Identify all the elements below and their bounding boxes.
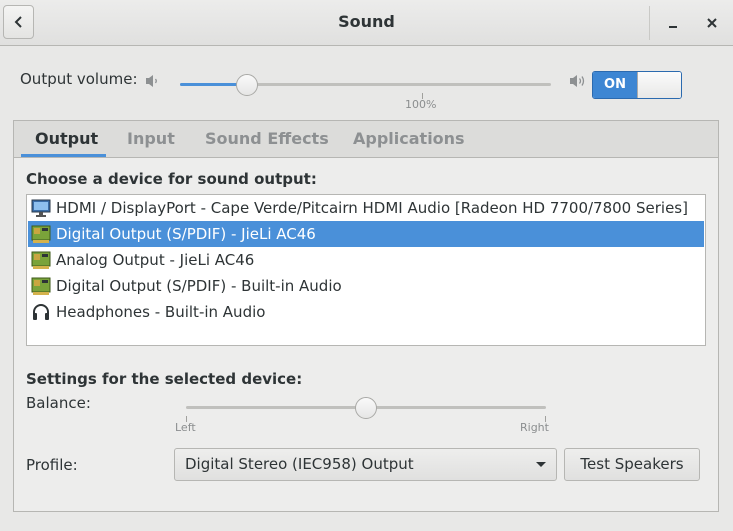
device-label: Digital Output (S/PDIF) - Built-in Audio	[56, 277, 342, 295]
device-label: HDMI / DisplayPort - Cape Verde/Pitcairn…	[56, 199, 688, 217]
output-volume-label: Output volume:	[20, 70, 138, 88]
output-device-list[interactable]: HDMI / DisplayPort - Cape Verde/Pitcairn…	[26, 194, 706, 346]
sound-card-icon	[31, 277, 51, 295]
device-label: Digital Output (S/PDIF) - JieLi AC46	[56, 225, 316, 243]
minimize-icon	[669, 26, 677, 28]
balance-left-label: Left	[175, 421, 196, 434]
balance-right-label: Right	[520, 421, 549, 434]
device-label: Analog Output - JieLi AC46	[56, 251, 255, 269]
monitor-icon	[31, 199, 51, 217]
list-item[interactable]: Digital Output (S/PDIF) - Built-in Audio	[28, 273, 704, 299]
profile-label: Profile:	[26, 456, 78, 474]
tab-applications[interactable]: Applications	[353, 121, 465, 157]
list-item[interactable]: HDMI / DisplayPort - Cape Verde/Pitcairn…	[28, 195, 704, 221]
tab-bar: Output Input Sound Effects Applications	[14, 121, 718, 158]
switch-handle[interactable]	[637, 72, 681, 98]
headphones-icon	[33, 304, 49, 320]
tab-output[interactable]: Output	[35, 121, 98, 157]
balance-label: Balance:	[26, 394, 91, 412]
output-toggle-switch[interactable]: ON	[592, 71, 682, 99]
balance-slider-knob[interactable]	[355, 397, 377, 419]
device-section-heading: Choose a device for sound output:	[26, 170, 317, 188]
tab-input[interactable]: Input	[127, 121, 175, 157]
minimize-button[interactable]	[661, 11, 685, 35]
profile-selected-value: Digital Stereo (IEC958) Output	[185, 455, 414, 473]
active-tab-indicator	[21, 154, 106, 157]
titlebar-separator	[649, 6, 650, 40]
switch-on-label: ON	[593, 72, 637, 98]
close-icon	[707, 18, 717, 28]
sound-card-icon	[31, 251, 51, 269]
device-label: Headphones - Built-in Audio	[56, 303, 266, 321]
chevron-down-icon	[536, 462, 546, 467]
list-item[interactable]: Analog Output - JieLi AC46	[28, 247, 704, 273]
speaker-high-icon	[570, 75, 585, 87]
test-speakers-button[interactable]: Test Speakers	[564, 448, 700, 481]
list-item[interactable]: Digital Output (S/PDIF) - JieLi AC46	[28, 221, 704, 247]
window-title: Sound	[338, 12, 395, 31]
sound-card-icon	[31, 225, 51, 243]
volume-100-label: 100%	[405, 98, 437, 111]
speaker-low-icon	[146, 75, 157, 87]
profile-dropdown[interactable]: Digital Stereo (IEC958) Output	[174, 448, 557, 481]
tab-sound-effects[interactable]: Sound Effects	[205, 121, 329, 157]
title-bar: Sound	[0, 0, 733, 46]
list-item[interactable]: Headphones - Built-in Audio	[28, 299, 704, 325]
settings-heading: Settings for the selected device:	[26, 370, 303, 388]
close-button[interactable]	[700, 11, 724, 35]
volume-slider-knob[interactable]	[235, 74, 258, 96]
